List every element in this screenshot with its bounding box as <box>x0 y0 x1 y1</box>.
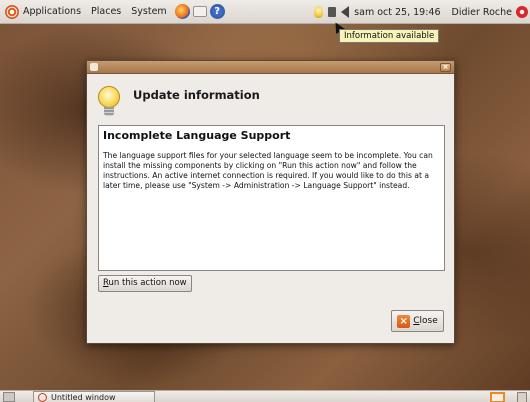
info-body: The language support files for your sele… <box>103 151 433 190</box>
applications-menu-label: Applications <box>23 6 82 17</box>
dialog-titlebar[interactable]: × <box>87 61 454 74</box>
system-menu-label: System <box>131 6 167 17</box>
clock[interactable]: sam oct 25, 19:46 <box>354 7 440 18</box>
close-icon: × <box>397 314 411 328</box>
window-menu-icon[interactable] <box>90 63 98 71</box>
update-information-dialog: × Update information Incomplete Language… <box>86 60 455 344</box>
dialog-header-title: Update information <box>133 88 260 102</box>
firefox-launcher-icon[interactable] <box>174 4 190 19</box>
update-notifier-icon[interactable] <box>314 6 324 18</box>
places-menu[interactable]: Places <box>86 0 126 24</box>
taskbar-item-label: Untitled window <box>51 392 116 402</box>
close-label: lose <box>419 316 438 326</box>
show-desktop-icon[interactable] <box>3 392 15 402</box>
battery-icon[interactable] <box>328 7 337 17</box>
window-icon <box>38 392 47 402</box>
trash-icon[interactable] <box>517 392 527 402</box>
run-action-button[interactable]: Run this action now <box>98 275 192 292</box>
top-panel: Applications Places System ? sam oct 25,… <box>0 0 530 24</box>
help-launcher-icon[interactable]: ? <box>209 4 225 19</box>
run-action-label: un this action now <box>108 278 187 288</box>
applications-menu[interactable]: Applications <box>0 0 86 24</box>
titlebar-close-button[interactable]: × <box>440 62 451 72</box>
taskbar-item[interactable]: Untitled window <box>33 391 155 402</box>
ubuntu-logo-icon <box>5 4 19 19</box>
info-heading: Incomplete Language Support <box>103 129 291 142</box>
lightbulb-icon <box>97 86 121 118</box>
power-icon[interactable] <box>516 6 528 18</box>
workspace-switcher[interactable] <box>490 392 505 402</box>
dialog-header: Update information <box>87 74 454 124</box>
bottom-panel: Untitled window <box>0 390 530 402</box>
system-menu[interactable]: System <box>126 0 171 24</box>
mail-launcher-icon[interactable] <box>192 6 207 17</box>
user-name[interactable]: Didier Roche <box>452 7 512 18</box>
information-text-area[interactable]: Incomplete Language Support The language… <box>98 125 445 271</box>
close-button[interactable]: × Close <box>391 310 444 332</box>
places-menu-label: Places <box>91 6 122 17</box>
tooltip: Information available <box>339 29 440 43</box>
volume-icon[interactable] <box>341 6 350 18</box>
system-tray: sam oct 25, 19:46 Didier Roche <box>314 0 530 24</box>
